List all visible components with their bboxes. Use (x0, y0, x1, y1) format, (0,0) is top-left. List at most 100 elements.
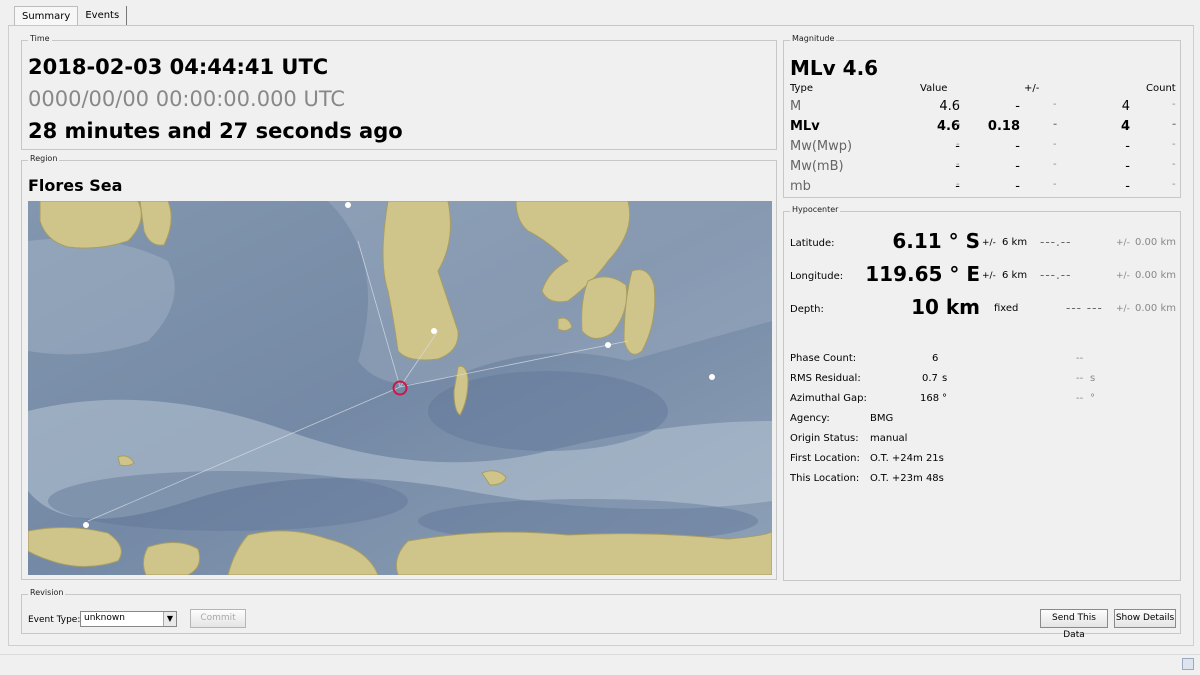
azimuthal-gap-label: Azimuthal Gap: (790, 393, 867, 404)
magnitude-row-mlv[interactable]: MLv 4.6 - 0.18 - 4 - (790, 117, 1178, 137)
magnitude-table-header: Type Value +/- Count (790, 83, 1178, 97)
depth-row: Depth: 10 km fixed --- --- +/- 0.00 km (790, 294, 1176, 324)
longitude-reference: ---.-- (1040, 268, 1072, 282)
mag-uncertainty: - (1015, 139, 1020, 154)
latitude-reference: ---.-- (1040, 235, 1072, 249)
longitude-label: Longitude: (790, 271, 844, 282)
mag-sep: - (1172, 159, 1176, 170)
latitude-pm: +/- (982, 238, 996, 248)
mag-sep: - (1053, 119, 1058, 130)
land-borneo (39, 201, 142, 249)
azimuthal-gap-unit: ° (942, 393, 947, 404)
mag-type: mb (790, 179, 811, 194)
preferred-magnitude: MLv 4.6 (790, 56, 879, 80)
longitude-ref-pm: +/- (1116, 271, 1130, 281)
mag-sep: - (1172, 99, 1176, 110)
mag-uncertainty: - (1015, 99, 1020, 114)
mag-value: 4.6 (939, 99, 960, 114)
this-location-value: O.T. +23m 48s (870, 473, 944, 484)
header-value: Value (920, 83, 948, 94)
mag-value: - (955, 159, 960, 174)
mag-sep: - (1053, 99, 1057, 110)
land-sumbawa-east (142, 542, 201, 575)
magnitude-row-m[interactable]: M 4.6 - - - 4 - (790, 97, 1178, 117)
tab-bar: Summary Events (14, 6, 128, 26)
mag-sep: - (1172, 179, 1176, 190)
longitude-row: Longitude: 119.65 ° E +/- 6 km ---.-- +/… (790, 261, 1176, 291)
rms-residual-value: 0.7 (922, 373, 938, 384)
mag-count: 4 (1120, 119, 1130, 134)
status-bar (0, 654, 1200, 675)
azimuthal-gap-value: 168 (920, 393, 940, 404)
mag-sep: - (1053, 179, 1057, 190)
mag-sep: - (1172, 119, 1177, 130)
time-group-title: Time (28, 34, 52, 43)
latitude-value: 6.11 ° S (892, 229, 980, 253)
mag-sep: - (956, 179, 960, 190)
region-group: Region Flores Sea (21, 154, 777, 580)
magnitude-group-title: Magnitude (790, 34, 837, 43)
depth-label: Depth: (790, 304, 824, 315)
event-type-select[interactable]: unknown ▼ (80, 611, 177, 627)
mag-value: 4.6 (936, 119, 960, 134)
mag-sep: - (1172, 139, 1176, 150)
commit-button[interactable]: Commit (190, 609, 246, 628)
mag-sep: - (956, 159, 960, 170)
land-flores (395, 530, 772, 575)
latitude-label: Latitude: (790, 238, 835, 249)
tab-summary[interactable]: Summary (14, 6, 79, 26)
header-uncertainty: +/- (1024, 83, 1040, 94)
rms-residual-unit: s (942, 373, 948, 384)
origin-status-label: Origin Status: (790, 433, 859, 444)
mag-type: M (790, 99, 802, 114)
azimuthal-gap-ref-unit: ° (1090, 393, 1095, 404)
longitude-ref-error: 0.00 km (1135, 270, 1176, 281)
mag-uncertainty: - (1015, 179, 1020, 194)
magnitude-table: Type Value +/- Count M 4.6 - - - 4 - MLv… (790, 83, 1178, 197)
show-details-button[interactable]: Show Details (1114, 609, 1176, 628)
station-marker[interactable] (431, 328, 437, 334)
this-location-label: This Location: (790, 473, 860, 484)
mag-sep: - (1053, 159, 1057, 170)
longitude-pm: +/- (982, 271, 996, 281)
mag-type: Mw(Mwp) (790, 139, 853, 154)
station-marker[interactable] (709, 374, 715, 380)
station-marker[interactable] (83, 522, 89, 528)
summary-pane: Time 2018-02-03 04:44:41 UTC 0000/00/00 … (8, 26, 1194, 646)
mag-type: Mw(mB) (790, 159, 844, 174)
depth-reference: --- --- (1066, 301, 1103, 315)
origin-time: 2018-02-03 04:44:41 UTC (28, 55, 329, 79)
depth-fixed: fixed (994, 303, 1019, 314)
magnitude-row-mb[interactable]: mb - - - - - - (790, 177, 1178, 197)
hypocenter-group-title: Hypocenter (790, 205, 841, 214)
map-canvas (28, 201, 772, 575)
mag-count: - (1125, 159, 1130, 174)
event-type-value: unknown (84, 613, 125, 623)
header-type: Type (790, 83, 813, 94)
chevron-down-icon[interactable]: ▼ (163, 612, 176, 626)
latitude-error: 6 km (1002, 237, 1028, 248)
time-group: Time 2018-02-03 04:44:41 UTC 0000/00/00 … (21, 34, 777, 150)
station-marker[interactable] (345, 202, 351, 208)
mag-value: - (955, 139, 960, 154)
magnitude-row-mwmwp[interactable]: Mw(Mwp) - - - - - - (790, 137, 1178, 157)
depth-value: 10 km (911, 295, 980, 319)
mag-sep: - (1053, 139, 1057, 150)
rms-residual-ref: -- (1076, 373, 1084, 384)
magnitude-row-mwmb[interactable]: Mw(mB) - - - - - - (790, 157, 1178, 177)
agency-value: BMG (870, 413, 894, 424)
region-group-title: Region (28, 154, 60, 163)
first-location-label: First Location: (790, 453, 860, 464)
resize-grip-icon[interactable] (1182, 658, 1194, 670)
send-data-button[interactable]: Send This Data (1040, 609, 1108, 640)
tab-events[interactable]: Events (78, 6, 128, 26)
azimuthal-gap-ref: -- (1076, 393, 1084, 404)
mag-count: 4 (1121, 99, 1130, 114)
first-location-value: O.T. +24m 21s (870, 453, 944, 464)
mag-sep: - (956, 119, 961, 130)
station-marker[interactable] (605, 342, 611, 348)
region-map[interactable] (28, 201, 772, 575)
depth-ref-error: 0.00 km (1135, 303, 1176, 314)
depth-ref-pm: +/- (1116, 304, 1130, 314)
phase-count-value: 6 (932, 353, 939, 364)
